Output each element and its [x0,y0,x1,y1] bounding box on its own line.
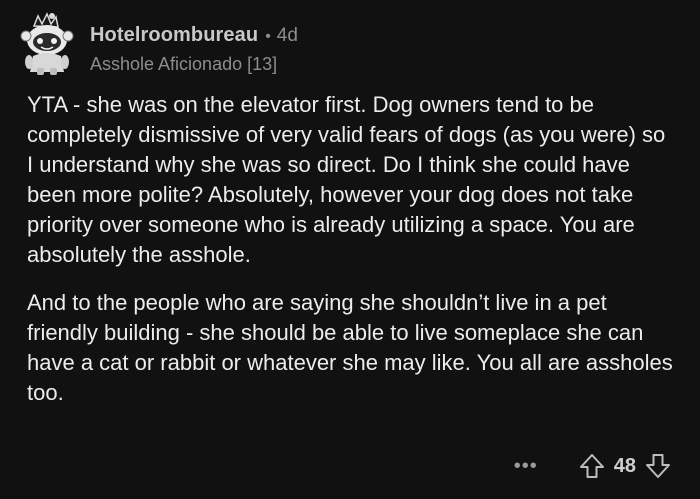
comment-header: Hotelroombureau • 4d Asshole Aficionado … [90,22,298,76]
snoo-avatar-icon [20,12,74,75]
upvote-button[interactable] [578,452,606,480]
downvote-button[interactable] [644,452,672,480]
avatar[interactable] [20,12,74,76]
comment-age: 4d [276,25,298,46]
downvote-arrow-icon [646,454,670,478]
comment-actions: ••• 48 [514,451,672,481]
comment-paragraph: YTA - she was on the elevator first. Dog… [27,92,666,267]
vote-score: 48 [613,454,636,477]
author-line: Hotelroombureau • 4d [90,22,298,50]
upvote-arrow-icon [579,454,604,478]
separator-dot: • [265,28,271,45]
user-flair: Asshole Aficionado [13] [90,54,278,74]
comment-body: YTA - she was on the elevator first. Dog… [27,90,677,426]
comment: Hotelroombureau • 4d Asshole Aficionado … [0,0,700,499]
more-options-icon[interactable]: ••• [514,456,538,476]
comment-paragraph: And to the people who are saying she sho… [27,290,673,405]
vote-controls: 48 [578,452,672,480]
author-name[interactable]: Hotelroombureau [90,22,258,48]
